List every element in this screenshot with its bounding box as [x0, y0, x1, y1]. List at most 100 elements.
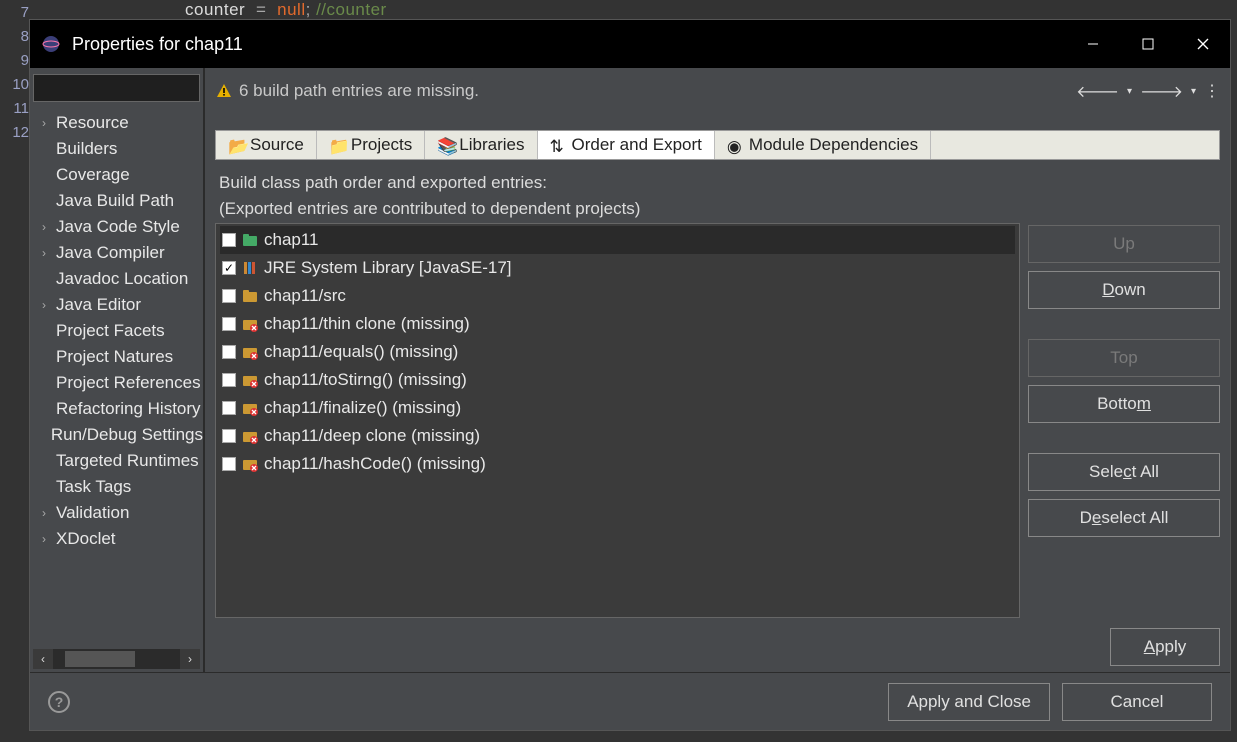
tab-libraries[interactable]: 📚Libraries — [425, 131, 537, 159]
tree-item-javadoc-location[interactable]: Javadoc Location — [30, 266, 203, 292]
tree-item-xdoclet[interactable]: ›XDoclet — [30, 526, 203, 552]
editor-code-line: counter = null; //counter — [185, 0, 387, 20]
missing-icon — [242, 372, 258, 388]
tab-icon: ⇅ — [550, 137, 566, 153]
down-button[interactable]: Down — [1028, 271, 1220, 309]
close-button[interactable] — [1175, 20, 1230, 68]
tree-item-label: Run/Debug Settings — [51, 425, 203, 445]
tab-label: Libraries — [459, 135, 524, 155]
tree-item-label: Resource — [56, 113, 129, 133]
tab-label: Source — [250, 135, 304, 155]
tree-item-targeted-runtimes[interactable]: Targeted Runtimes — [30, 448, 203, 474]
warning-icon — [215, 82, 233, 100]
help-icon[interactable]: ? — [48, 691, 70, 713]
sidebar-hscroll[interactable]: ‹ › — [33, 649, 200, 669]
tree-item-project-facets[interactable]: Project Facets — [30, 318, 203, 344]
nav-back-icon[interactable]: 🡐 — [1076, 81, 1119, 102]
header-warning-text: 6 build path entries are missing. — [239, 81, 1076, 101]
export-checkbox[interactable] — [222, 401, 236, 415]
missing-icon — [242, 344, 258, 360]
export-checkbox[interactable] — [222, 345, 236, 359]
instruction-line1: Build class path order and exported entr… — [219, 170, 1216, 196]
tree-item-run-debug-settings[interactable]: Run/Debug Settings — [30, 422, 203, 448]
tree-item-java-compiler[interactable]: ›Java Compiler — [30, 240, 203, 266]
tree-item-coverage[interactable]: Coverage — [30, 162, 203, 188]
tab-icon: 📁 — [329, 137, 345, 153]
export-checkbox[interactable] — [222, 261, 236, 275]
buildpath-listbox[interactable]: chap11JRE System Library [JavaSE-17]chap… — [215, 223, 1020, 618]
srcfolder-icon — [242, 288, 258, 304]
list-item-label: chap11 — [264, 230, 319, 250]
up-button[interactable]: Up — [1028, 225, 1220, 263]
minimize-button[interactable] — [1065, 20, 1120, 68]
nav-forward-icon[interactable]: 🡒 — [1140, 81, 1183, 102]
tree-item-project-natures[interactable]: Project Natures — [30, 344, 203, 370]
list-item-label: chap11/toStirng() (missing) — [264, 370, 467, 390]
scroll-right-button[interactable]: › — [180, 649, 200, 669]
export-checkbox[interactable] — [222, 233, 236, 247]
nav-back-menu-icon[interactable]: ▾ — [1127, 86, 1132, 97]
list-item[interactable]: chap11/equals() (missing) — [220, 338, 1015, 366]
tab-order-and-export[interactable]: ⇅Order and Export — [538, 131, 715, 159]
library-icon — [242, 260, 258, 276]
missing-icon — [242, 316, 258, 332]
tree-item-resource[interactable]: ›Resource — [30, 110, 203, 136]
list-item[interactable]: chap11 — [220, 226, 1015, 254]
export-checkbox[interactable] — [222, 317, 236, 331]
tree-item-label: Java Build Path — [56, 191, 174, 211]
top-button[interactable]: Top — [1028, 339, 1220, 377]
tree-item-task-tags[interactable]: Task Tags — [30, 474, 203, 500]
missing-icon — [242, 400, 258, 416]
list-item[interactable]: JRE System Library [JavaSE-17] — [220, 254, 1015, 282]
tab-source[interactable]: 📂 Source — [216, 131, 317, 159]
list-item[interactable]: chap11/src — [220, 282, 1015, 310]
tree-item-label: XDoclet — [56, 529, 116, 549]
list-item[interactable]: chap11/toStirng() (missing) — [220, 366, 1015, 394]
apply-button[interactable]: Apply — [1110, 628, 1220, 666]
tree-item-java-code-style[interactable]: ›Java Code Style — [30, 214, 203, 240]
tab-icon: 📂 — [228, 137, 244, 153]
scroll-left-button[interactable]: ‹ — [33, 649, 53, 669]
tree-item-java-editor[interactable]: ›Java Editor — [30, 292, 203, 318]
export-checkbox[interactable] — [222, 373, 236, 387]
list-item[interactable]: chap11/hashCode() (missing) — [220, 450, 1015, 478]
tab-projects[interactable]: 📁Projects — [317, 131, 425, 159]
cancel-button[interactable]: Cancel — [1062, 683, 1212, 721]
tree-item-java-build-path[interactable]: Java Build Path — [30, 188, 203, 214]
tree-item-label: Project Facets — [56, 321, 165, 341]
view-menu-icon[interactable]: ⋮ — [1204, 81, 1220, 101]
expand-arrow-icon: › — [42, 220, 56, 234]
tree-item-label: Java Code Style — [56, 217, 180, 237]
apply-and-close-button[interactable]: Apply and Close — [888, 683, 1050, 721]
filter-input[interactable] — [33, 74, 200, 102]
expand-arrow-icon: › — [42, 116, 56, 130]
tab-module-dependencies[interactable]: ◉Module Dependencies — [715, 131, 931, 159]
project-icon — [242, 232, 258, 248]
titlebar[interactable]: Properties for chap11 — [30, 20, 1230, 68]
tree-item-validation[interactable]: ›Validation — [30, 500, 203, 526]
category-tree[interactable]: ›ResourceBuildersCoverageJava Build Path… — [30, 108, 203, 649]
list-item[interactable]: chap11/deep clone (missing) — [220, 422, 1015, 450]
export-checkbox[interactable] — [222, 457, 236, 471]
tree-item-label: Javadoc Location — [56, 269, 188, 289]
export-checkbox[interactable] — [222, 429, 236, 443]
missing-icon — [242, 456, 258, 472]
tree-item-project-references[interactable]: Project References — [30, 370, 203, 396]
deselect-all-button[interactable]: Deselect All — [1028, 499, 1220, 537]
expand-arrow-icon: › — [42, 532, 56, 546]
tabbar: 📂 Source 📁Projects📚Libraries⇅Order and Exp… — [215, 130, 1220, 160]
missing-icon — [242, 428, 258, 444]
nav-forward-menu-icon[interactable]: ▾ — [1191, 86, 1196, 97]
scroll-thumb[interactable] — [65, 651, 135, 667]
export-checkbox[interactable] — [222, 289, 236, 303]
tree-item-label: Java Compiler — [56, 243, 165, 263]
instruction-line2: (Exported entries are contributed to dep… — [219, 196, 1216, 222]
bottom-button[interactable]: Bottom — [1028, 385, 1220, 423]
select-all-button[interactable]: Select All — [1028, 453, 1220, 491]
list-item[interactable]: chap11/finalize() (missing) — [220, 394, 1015, 422]
tree-item-builders[interactable]: Builders — [30, 136, 203, 162]
list-item-label: chap11/hashCode() (missing) — [264, 454, 486, 474]
tree-item-refactoring-history[interactable]: Refactoring History — [30, 396, 203, 422]
list-item[interactable]: chap11/thin clone (missing) — [220, 310, 1015, 338]
maximize-button[interactable] — [1120, 20, 1175, 68]
